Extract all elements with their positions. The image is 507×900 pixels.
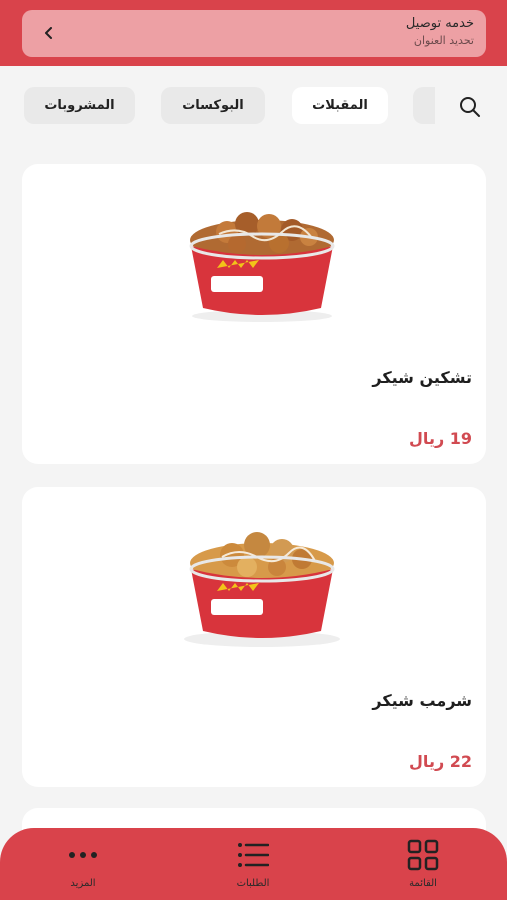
tab-boxes[interactable]: البوكسات [161, 87, 265, 124]
tab-overflow[interactable] [413, 87, 435, 124]
product-name: تشكين شيكر [372, 368, 472, 387]
bottom-navigation: المزيد الطلبات القائمة [0, 828, 507, 900]
more-icon [65, 838, 101, 872]
delivery-address-card[interactable]: خدمه توصيل تحديد العنوان [22, 10, 486, 57]
grid-icon [405, 838, 441, 872]
product-image-shrimp-bowl [177, 527, 347, 647]
product-price: 22 ريال [409, 752, 472, 771]
nav-orders[interactable]: الطلبات [208, 838, 298, 894]
nav-more[interactable]: المزيد [38, 838, 128, 894]
delivery-title: خدمه توصيل [405, 16, 474, 31]
nav-menu-label: القائمة [409, 878, 437, 889]
product-card[interactable]: شرمب شيكر 22 ريال [22, 487, 486, 787]
product-price: 19 ريال [409, 429, 472, 448]
nav-more-label: المزيد [70, 878, 96, 889]
category-tabs: المشروبات البوكسات المقبلات [0, 66, 507, 148]
tab-drinks[interactable]: المشروبات [24, 87, 135, 124]
product-name: شرمب شيكر [372, 691, 472, 710]
app-header: خدمه توصيل تحديد العنوان [0, 0, 507, 66]
search-icon[interactable] [458, 95, 482, 119]
list-icon [235, 838, 271, 872]
tab-appetizers[interactable]: المقبلات [292, 87, 388, 124]
product-card[interactable]: تشكين شيكر 19 ريال [22, 164, 486, 464]
chevron-left-icon[interactable] [40, 24, 58, 42]
product-image-chicken-bowl [177, 204, 347, 324]
delivery-subtitle: تحديد العنوان [413, 34, 474, 47]
nav-menu[interactable]: القائمة [378, 838, 468, 894]
nav-orders-label: الطلبات [236, 878, 270, 889]
